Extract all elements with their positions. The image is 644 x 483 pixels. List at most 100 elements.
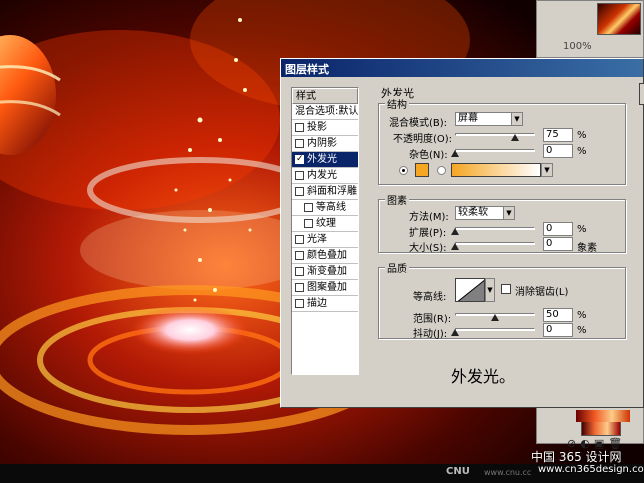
style-checkbox[interactable] — [295, 139, 304, 148]
cnu-logo: CNU — [446, 466, 470, 477]
layer-thumbnail[interactable] — [581, 420, 621, 436]
opacity-slider[interactable] — [455, 131, 535, 141]
slider-thumb[interactable] — [451, 228, 459, 235]
style-list-item[interactable]: 外发光 — [292, 152, 358, 168]
style-checkbox[interactable] — [295, 267, 304, 276]
caption-text: 外发光。 — [451, 367, 516, 386]
size-unit: 象素 — [577, 243, 597, 254]
opacity-input[interactable]: 75 — [543, 128, 573, 142]
gradient-dropdown[interactable]: ▼ — [541, 163, 553, 177]
style-list-label: 混合选项:默认 — [295, 106, 358, 117]
style-list-item[interactable]: 内发光 — [292, 168, 358, 184]
slider-track — [455, 328, 535, 331]
quality-title: 品质 — [385, 260, 409, 275]
range-input[interactable]: 50 — [543, 308, 573, 322]
spread-unit: % — [577, 224, 587, 235]
style-list-item[interactable]: 纹理 — [292, 216, 358, 232]
style-checkbox[interactable] — [295, 235, 304, 244]
noise-input[interactable]: 0 — [543, 144, 573, 158]
contour-dropdown[interactable]: ▼ — [485, 278, 495, 302]
spread-input[interactable]: 0 — [543, 222, 573, 236]
style-list-label: 描边 — [307, 298, 327, 309]
gradient-radio[interactable] — [437, 166, 446, 175]
style-list-label: 斜面和浮雕 — [307, 186, 357, 197]
style-checkbox[interactable] — [295, 152, 304, 167]
contour-label: 等高线: — [413, 292, 447, 303]
style-list-label: 光泽 — [307, 234, 327, 245]
antialias-label: 消除锯齿(L) — [515, 287, 569, 298]
jitter-unit: % — [577, 325, 587, 336]
slider-track — [455, 227, 535, 230]
slider-thumb[interactable] — [451, 150, 459, 157]
quality-group: 品质 等高线: ▼ 消除锯齿(L) 范围(R): 50 % 抖动(J): 0 % — [378, 260, 626, 340]
spread-slider[interactable] — [451, 225, 535, 235]
blend-mode-select[interactable]: 屏幕 ▼ — [455, 112, 523, 126]
slider-thumb[interactable] — [451, 243, 459, 250]
range-slider[interactable] — [455, 311, 535, 321]
style-checkbox[interactable] — [295, 123, 304, 132]
structure-title: 结构 — [385, 96, 409, 111]
navigator-panel: 100% — [536, 0, 644, 58]
layer-preview-strip — [576, 410, 630, 422]
style-list-item[interactable]: 样式 — [292, 88, 358, 104]
watermark-url: www.cn365design.com — [538, 464, 644, 475]
gradient-swatch[interactable] — [451, 163, 541, 177]
style-list-label: 内阴影 — [307, 138, 337, 149]
method-select[interactable]: 较柔软 ▼ — [455, 206, 515, 220]
dialog-title: 图层样式 — [281, 59, 643, 77]
style-list-item[interactable]: 投影 — [292, 120, 358, 136]
style-list-item[interactable]: 图案叠加 — [292, 280, 358, 296]
style-list-item[interactable]: 颜色叠加 — [292, 248, 358, 264]
zoom-level[interactable]: 100% — [563, 41, 592, 52]
glow-color-swatch[interactable] — [415, 163, 429, 177]
slider-thumb[interactable] — [451, 329, 459, 336]
style-list-item[interactable]: 内阴影 — [292, 136, 358, 152]
navigator-thumbnail[interactable] — [597, 3, 641, 35]
style-list-label: 纹理 — [316, 218, 336, 229]
blend-mode-value: 屏幕 — [458, 113, 478, 124]
contour-picker[interactable] — [455, 278, 485, 302]
style-list-label: 投影 — [307, 122, 327, 133]
antialias-checkbox[interactable] — [501, 284, 511, 294]
style-list-item[interactable]: 描边 — [292, 296, 358, 312]
style-list: 样式混合选项:默认投影内阴影外发光内发光斜面和浮雕等高线纹理光泽颜色叠加渐变叠加… — [291, 87, 359, 375]
ok-button[interactable] — [639, 83, 644, 105]
solid-color-radio[interactable] — [399, 166, 408, 175]
style-checkbox[interactable] — [304, 219, 313, 228]
slider-track — [455, 149, 535, 152]
style-list-item[interactable]: 等高线 — [292, 200, 358, 216]
jitter-label: 抖动(J): — [413, 329, 448, 340]
layer-style-dialog: 图层样式 样式混合选项:默认投影内阴影外发光内发光斜面和浮雕等高线纹理光泽颜色叠… — [280, 58, 644, 408]
style-list-item[interactable]: 混合选项:默认 — [292, 104, 358, 120]
jitter-input[interactable]: 0 — [543, 323, 573, 337]
slider-thumb[interactable] — [491, 314, 499, 321]
style-checkbox[interactable] — [295, 251, 304, 260]
noise-slider[interactable] — [451, 147, 535, 157]
watermark-text: 中国 365 设计网 — [531, 450, 622, 464]
size-slider[interactable] — [451, 240, 535, 250]
style-list-item[interactable]: 光泽 — [292, 232, 358, 248]
opacity-label: 不透明度(O): — [393, 134, 453, 145]
style-checkbox[interactable] — [295, 299, 304, 308]
opacity-unit: % — [577, 130, 587, 141]
size-input[interactable]: 0 — [543, 237, 573, 251]
style-checkbox[interactable] — [295, 283, 304, 292]
elements-title: 图素 — [385, 192, 409, 207]
chevron-down-icon: ▼ — [542, 164, 552, 176]
style-checkbox[interactable] — [295, 171, 304, 180]
style-list-item[interactable]: 渐变叠加 — [292, 264, 358, 280]
style-checkbox[interactable] — [295, 187, 304, 196]
style-list-label: 样式 — [296, 90, 316, 102]
style-list-item[interactable]: 斜面和浮雕 — [292, 184, 358, 200]
range-label: 范围(R): — [413, 314, 452, 325]
slider-track — [455, 133, 535, 136]
range-unit: % — [577, 310, 587, 321]
jitter-slider[interactable] — [451, 326, 535, 336]
slider-thumb[interactable] — [511, 134, 519, 141]
method-label: 方法(M): — [409, 212, 449, 223]
style-list-label: 外发光 — [307, 154, 337, 165]
style-checkbox[interactable] — [304, 203, 313, 212]
method-value: 较柔软 — [458, 207, 488, 218]
structure-group: 结构 混合模式(B): 屏幕 ▼ 不透明度(O): 75 % 杂色(N): 0 … — [378, 96, 626, 185]
style-list-label: 内发光 — [307, 170, 337, 181]
